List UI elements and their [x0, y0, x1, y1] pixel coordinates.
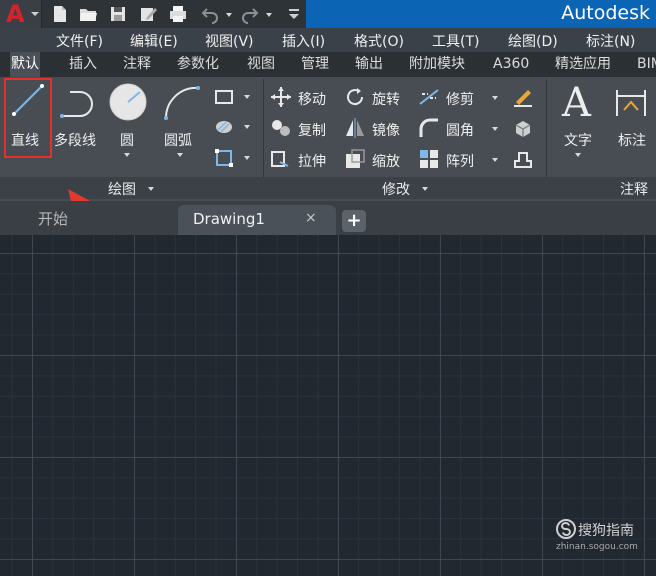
rectangle-icon[interactable]	[214, 88, 234, 106]
text-icon: A	[562, 80, 591, 126]
undo-dropdown-icon[interactable]	[226, 13, 232, 17]
sogou-logo-icon	[556, 519, 576, 539]
mirror-label[interactable]: 镜像	[372, 120, 400, 140]
chevron-down-icon[interactable]	[244, 95, 250, 99]
application-menu-button[interactable]: A	[0, 0, 42, 28]
array-icon[interactable]	[418, 148, 440, 170]
tab-parametric[interactable]: 参数化	[176, 52, 220, 77]
menu-bar: 文件(F) 编辑(E) 视图(V) 插入(I) 格式(O) 工具(T) 绘图(D…	[0, 28, 656, 52]
rotate-icon[interactable]	[344, 86, 366, 108]
scale-icon[interactable]	[344, 148, 366, 170]
app-title: Autodesk	[561, 2, 650, 24]
new-tab-button[interactable]: +	[342, 210, 366, 232]
explode-icon[interactable]	[512, 117, 534, 139]
chevron-down-icon[interactable]	[244, 125, 250, 129]
print-icon[interactable]	[168, 4, 188, 24]
tab-featured-apps[interactable]: 精选应用	[554, 52, 612, 77]
copy-label[interactable]: 复制	[298, 120, 326, 140]
autocad-logo-icon: A	[6, 0, 25, 28]
hatch-icon[interactable]	[214, 118, 234, 136]
circle-icon	[109, 83, 147, 121]
menu-file[interactable]: 文件(F)	[56, 31, 103, 51]
erase-icon[interactable]	[512, 86, 534, 108]
plus-icon: +	[346, 210, 362, 231]
menu-draw[interactable]: 绘图(D)	[508, 31, 558, 51]
dimension-button[interactable]: 标注	[612, 80, 656, 156]
chevron-down-icon[interactable]	[422, 187, 428, 191]
move-label[interactable]: 移动	[298, 89, 326, 109]
trim-label[interactable]: 修剪	[446, 89, 474, 109]
polyline-button[interactable]: 多段线	[52, 80, 104, 156]
circle-button[interactable]: 圆	[106, 80, 150, 164]
tab-start[interactable]: 开始	[0, 205, 178, 235]
tab-bim[interactable]: BIM	[636, 52, 656, 77]
polyline-icon	[60, 91, 93, 118]
stretch-icon[interactable]	[270, 148, 292, 170]
menu-format[interactable]: 格式(O)	[354, 31, 404, 51]
polyline-label: 多段线	[54, 133, 96, 149]
annotation-panel-title[interactable]: 注释	[620, 179, 648, 199]
close-tab-icon[interactable]: ×	[305, 210, 317, 226]
menu-edit[interactable]: 编辑(E)	[130, 31, 178, 51]
save-icon[interactable]	[108, 4, 128, 24]
arc-label: 圆弧	[164, 133, 192, 149]
tab-addins[interactable]: 附加模块	[408, 52, 466, 77]
tab-view[interactable]: 视图	[246, 52, 276, 77]
menu-insert[interactable]: 插入(I)	[282, 31, 325, 51]
new-file-icon[interactable]	[50, 4, 70, 24]
chevron-down-icon	[124, 153, 130, 157]
tab-drawing1-label: Drawing1	[193, 210, 265, 228]
copy-icon[interactable]	[270, 117, 292, 139]
dimension-icon	[616, 90, 646, 116]
undo-icon[interactable]	[200, 4, 220, 24]
menu-dimension[interactable]: 标注(N)	[586, 31, 635, 51]
trim-icon[interactable]	[418, 86, 440, 108]
arc-button[interactable]: 圆弧	[160, 80, 204, 164]
scale-label[interactable]: 缩放	[372, 151, 400, 171]
tab-start-label: 开始	[38, 210, 69, 228]
move-icon[interactable]	[270, 86, 292, 108]
tab-annotate[interactable]: 注释	[122, 52, 152, 77]
save-as-icon[interactable]	[138, 4, 158, 24]
tab-output[interactable]: 输出	[354, 52, 384, 77]
modify-panel-title[interactable]: 修改	[382, 179, 410, 199]
fillet-icon[interactable]	[418, 117, 440, 139]
tab-manage[interactable]: 管理	[300, 52, 330, 77]
stretch-label[interactable]: 拉伸	[298, 151, 326, 171]
chevron-down-icon	[575, 153, 581, 157]
redo-icon[interactable]	[240, 4, 260, 24]
chevron-down-icon[interactable]	[492, 158, 498, 162]
title-area: Autodesk	[306, 0, 656, 28]
ribbon-tab-bar: 默认 插入 注释 参数化 视图 管理 输出 附加模块 A360 精选应用 BIM	[0, 52, 656, 77]
dimension-label: 标注	[618, 133, 646, 149]
arc-icon	[164, 86, 200, 120]
tab-default[interactable]: 默认	[10, 52, 40, 77]
rotate-label[interactable]: 旋转	[372, 89, 400, 109]
open-folder-icon[interactable]	[78, 4, 98, 24]
redo-dropdown-icon[interactable]	[266, 13, 272, 17]
circle-label: 圆	[120, 133, 134, 149]
array-label[interactable]: 阵列	[446, 151, 474, 171]
watermark-text: 搜狗指南	[578, 523, 634, 539]
text-label: 文字	[564, 133, 592, 149]
tab-a360[interactable]: A360	[492, 52, 530, 77]
fillet-label[interactable]: 圆角	[446, 120, 474, 140]
mirror-icon[interactable]	[344, 117, 366, 139]
chevron-down-icon[interactable]	[492, 96, 498, 100]
chevron-down-icon[interactable]	[492, 127, 498, 131]
chevron-down-icon	[31, 12, 39, 16]
watermark-url: zhinan.sogou.com	[556, 542, 638, 552]
tab-insert[interactable]: 插入	[68, 52, 98, 77]
selection-highlight	[4, 78, 52, 158]
menu-tools[interactable]: 工具(T)	[432, 31, 479, 51]
chevron-down-icon[interactable]	[244, 156, 250, 160]
chevron-down-icon	[177, 153, 183, 157]
text-button[interactable]: A 文字	[556, 80, 602, 164]
menu-view[interactable]: 视图(V)	[205, 31, 254, 51]
region-icon[interactable]	[214, 148, 234, 168]
offset-icon[interactable]	[512, 148, 534, 170]
customize-toolbar-icon[interactable]	[284, 4, 304, 24]
